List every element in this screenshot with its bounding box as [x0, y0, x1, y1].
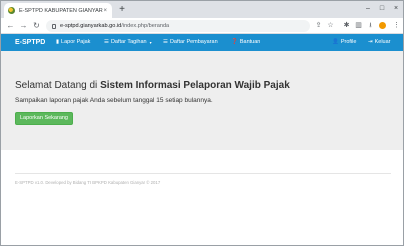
page-title: Selamat Datang di Sistem Informasi Pelap…	[15, 80, 290, 91]
nav-label: Keluar	[374, 39, 391, 45]
maximize-button[interactable]: □	[377, 4, 387, 14]
browser-window: E-SPTPD KABUPATEN GIANYAR × + – □ × ← → …	[0, 0, 404, 246]
tab-close-icon[interactable]: ×	[103, 8, 107, 14]
user-icon: 👤	[332, 39, 339, 45]
extensions-icon[interactable]: ✱	[341, 20, 352, 31]
nav-lapor-pajak[interactable]: ▮ Lapor Pajak	[56, 34, 90, 51]
minimize-button[interactable]: –	[363, 4, 373, 14]
browser-tab[interactable]: E-SPTPD KABUPATEN GIANYAR ×	[4, 3, 112, 18]
nav-label: Daftar Pembayaran	[169, 39, 218, 45]
laporkan-sekarang-button[interactable]: Laporkan Sekarang	[15, 112, 73, 125]
caret-down-icon: ▾	[149, 40, 152, 45]
nav-label: Lapor Pajak	[61, 39, 91, 45]
list-icon: ☰	[163, 39, 168, 45]
new-tab-button[interactable]: +	[116, 4, 128, 16]
nav-keluar[interactable]: ⇥ Keluar	[368, 34, 391, 51]
file-icon: ▮	[56, 39, 60, 45]
browser-toolbar: ← → ↻ e-sptpd.gianyarkab.go.id/index.php…	[1, 18, 403, 34]
reload-icon[interactable]: ↻	[31, 20, 42, 31]
page-subtitle: Sampaikan laporan pajak Anda sebelum tan…	[15, 97, 213, 104]
nav-bantuan[interactable]: ❓ Bantuan	[231, 34, 260, 51]
title-strong: Sistem Informasi Pelaporan Wajib Pajak	[100, 80, 290, 91]
back-icon[interactable]: ←	[5, 20, 16, 31]
nav-daftar-pembayaran[interactable]: ☰ Daftar Pembayaran	[163, 34, 218, 51]
footer-text: E-SPTPD v1.0. Developed by Bidang TI BPK…	[15, 180, 161, 185]
forward-icon[interactable]: →	[18, 20, 29, 31]
url-host: e-sptpd.gianyarkab.go.id	[60, 23, 122, 29]
address-bar[interactable]: e-sptpd.gianyarkab.go.id/index.php/beran…	[46, 20, 310, 32]
brand-logo[interactable]: E-SPTPD	[15, 34, 45, 51]
tab-strip: E-SPTPD KABUPATEN GIANYAR × + – □ ×	[1, 1, 403, 18]
tab-title: E-SPTPD KABUPATEN GIANYAR	[19, 7, 103, 14]
download-icon[interactable]: ⭳	[365, 20, 376, 31]
list-icon: ☰	[104, 39, 109, 45]
lock-icon	[52, 23, 56, 29]
share-icon[interactable]: ⇪	[313, 20, 324, 31]
app-navbar: E-SPTPD ▮ Lapor Pajak ☰ Daftar Tagihan ▾…	[1, 34, 403, 51]
close-window-button[interactable]: ×	[391, 4, 401, 14]
footer-divider	[15, 173, 391, 174]
nav-label: Bantuan	[239, 39, 261, 45]
side-panel-icon[interactable]: ▥	[353, 20, 364, 31]
help-icon: ❓	[231, 39, 238, 45]
logout-icon: ⇥	[368, 39, 373, 45]
nav-daftar-tagihan[interactable]: ☰ Daftar Tagihan ▾	[104, 34, 152, 51]
url-path: /index.php/beranda	[121, 23, 170, 29]
menu-icon[interactable]: ⋮	[391, 20, 402, 31]
nav-label: Profile	[340, 39, 357, 45]
nav-label: Daftar Tagihan	[110, 39, 147, 45]
site-logo-icon	[8, 7, 15, 14]
welcome-jumbotron: Selamat Datang di Sistem Informasi Pelap…	[1, 51, 403, 150]
profile-icon[interactable]	[379, 22, 386, 29]
star-icon[interactable]: ☆	[325, 20, 336, 31]
nav-profile[interactable]: 👤 Profile	[332, 34, 356, 51]
title-prefix: Selamat Datang di	[15, 80, 101, 91]
